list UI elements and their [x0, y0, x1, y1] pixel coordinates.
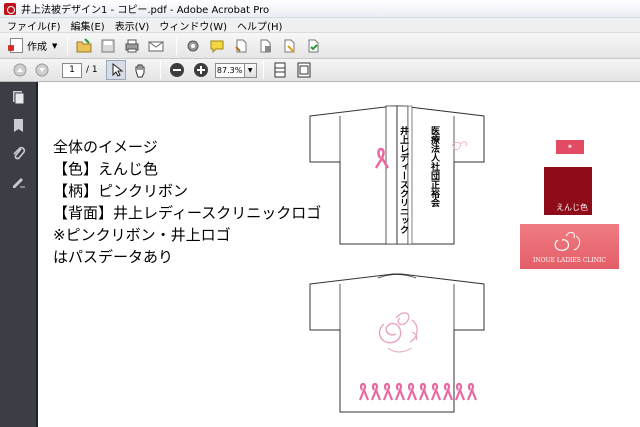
logo-swatch: INOUE LADIES CLINIC [520, 224, 619, 269]
create-label: 作成 [27, 42, 47, 53]
print-icon[interactable] [122, 36, 142, 56]
zoom-in-icon[interactable] [191, 60, 211, 80]
logo-text: INOUE LADIES CLINIC [533, 257, 606, 264]
description-line: ※ピンクリボン・井上ロゴ [53, 226, 231, 244]
save-icon[interactable] [98, 36, 118, 56]
enji-color-label: えんじ色 [556, 203, 588, 212]
swatch-logo-small: ❀ [567, 144, 573, 150]
description-line: 【色】えんじ色 [53, 160, 159, 178]
menu-view[interactable]: 表示(V) [115, 18, 150, 33]
page-number-input[interactable]: 1 [62, 62, 82, 78]
acrobat-icon [4, 2, 16, 15]
menu-bar: ファイル(F) 編集(E) 表示(V) ウィンドウ(W) ヘルプ(H) [0, 18, 640, 33]
zoom-dropdown-button[interactable]: ▼ [244, 62, 257, 78]
menu-file[interactable]: ファイル(F) [7, 18, 61, 33]
stamp-icon[interactable] [231, 36, 251, 56]
fit-width-icon[interactable] [270, 60, 290, 80]
create-button[interactable]: 作成 ▼ [6, 36, 61, 56]
window-title: 井上法被デザイン1 - コピー.pdf - Adobe Acrobat Pro [21, 5, 270, 16]
fit-page-icon[interactable] [294, 60, 314, 80]
description-line: はパスデータあり [53, 248, 174, 266]
menu-edit[interactable]: 編集(E) [71, 18, 105, 33]
clinic-logo-swatch-icon [554, 231, 581, 251]
email-icon[interactable] [146, 36, 166, 56]
open-folder-icon[interactable] [74, 36, 94, 56]
sign-icon[interactable] [279, 36, 299, 56]
hand-tool-icon[interactable] [130, 60, 150, 80]
zoom-level-input[interactable]: 87.3% [214, 62, 245, 78]
comment-icon[interactable] [207, 36, 227, 56]
previous-page-icon[interactable] [10, 60, 30, 80]
signatures-icon[interactable] [11, 174, 26, 189]
gear-icon[interactable] [183, 36, 203, 56]
description-line: 【背面】井上レディースクリニックロゴ [53, 204, 322, 222]
secure-icon[interactable] [255, 36, 275, 56]
forms-icon[interactable] [303, 36, 323, 56]
enji-color-swatch: えんじ色 [544, 167, 592, 215]
toolbar-separator [176, 36, 178, 55]
title-bar: 井上法被デザイン1 - コピー.pdf - Adobe Acrobat Pro [0, 0, 640, 18]
bookmarks-icon[interactable] [11, 118, 26, 133]
chevron-down-icon: ▼ [52, 41, 58, 50]
create-pdf-icon [8, 38, 23, 53]
main-toolbar: 作成 ▼ [0, 33, 640, 59]
description-line: 【柄】ピンクリボン [53, 182, 189, 200]
next-page-icon[interactable] [32, 60, 52, 80]
design-description: 全体のイメージ 【色】えんじ色 【柄】ピンクリボン 【背面】井上レディースクリニ… [53, 136, 321, 268]
collar-text-corporation: 医療法人社団正裕会 [429, 126, 439, 207]
happi-front-drawing [309, 105, 485, 245]
collar-color-swatch: ❀ [556, 140, 584, 154]
menu-window[interactable]: ウィンドウ(W) [159, 18, 227, 33]
happi-back-drawing [309, 273, 485, 413]
page-thumbnails-icon[interactable] [11, 90, 26, 105]
page-total: / 1 [86, 65, 98, 75]
navigation-toolbar: 1 / 1 87.3% ▼ [0, 59, 640, 82]
navigation-pane [0, 82, 38, 427]
collar-text-clinic: 井上レディースクリニック [398, 126, 408, 234]
menu-help[interactable]: ヘルプ(H) [237, 18, 282, 33]
toolbar-separator [159, 61, 161, 79]
toolbar-separator [262, 61, 264, 79]
description-line: 全体のイメージ [53, 138, 158, 156]
zoom-out-icon[interactable] [167, 60, 187, 80]
toolbar-separator [67, 36, 69, 55]
select-tool-icon[interactable] [105, 60, 126, 80]
attachments-icon[interactable] [11, 146, 26, 161]
